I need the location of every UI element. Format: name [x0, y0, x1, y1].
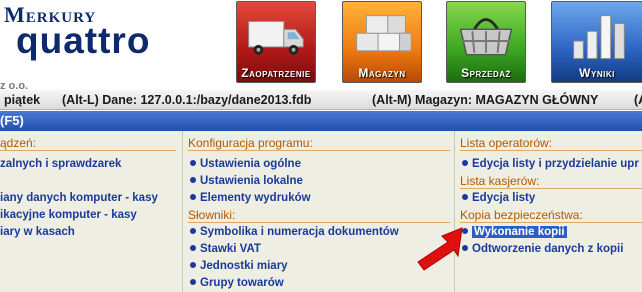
tile-label: Sprzedaż: [461, 66, 511, 80]
bullet-icon: [190, 245, 196, 251]
section-underline: [188, 150, 450, 151]
section-underline: [188, 222, 450, 223]
section-devices: ądzeń:: [0, 136, 37, 150]
section-underline: [460, 188, 642, 189]
menu-item-label: Edycja listy: [472, 192, 536, 204]
tile-zaopatrzenie[interactable]: Zaopatrzenie: [236, 1, 316, 83]
menu-item-devices-4[interactable]: ikacyjne komputer - kasy: [0, 208, 137, 222]
status-warehouse[interactable]: (Alt-M) Magazyn: MAGAZYN GŁÓWNY: [372, 90, 598, 109]
menu-item-label: Odtworzenie danych z kopii: [472, 243, 624, 255]
menu-item-label: Symbolika i numeracja dokumentów: [200, 226, 399, 238]
tile-label: Zaopatrzenie: [241, 66, 311, 80]
section-dictionaries: Słowniki:: [188, 208, 236, 222]
section-underline: [460, 150, 642, 151]
tile-wyniki[interactable]: Wyniki: [551, 1, 642, 83]
bullet-icon: [462, 194, 468, 200]
tile-sprzedaz[interactable]: Sprzedaż: [446, 1, 526, 83]
section-backup: Kopia bezpieczeństwa:: [460, 208, 583, 222]
menu-item-units[interactable]: Jednostki miary: [190, 259, 288, 273]
menu-item-label: Stawki VAT: [200, 243, 261, 255]
bullet-icon: [190, 160, 196, 166]
menu-item-restore-backup[interactable]: Odtworzenie danych z kopii: [462, 242, 623, 256]
section-operators: Lista operatorów:: [460, 136, 553, 150]
bullet-icon: [190, 177, 196, 183]
column-operators: Lista operatorów: Edycja listy i przydzi…: [454, 131, 642, 292]
bullet-icon: [190, 279, 196, 285]
menu-item-label: Jednostki miary: [200, 260, 288, 272]
menu-item-label-selected: Wykonanie kopii: [472, 226, 567, 238]
section-underline: [460, 222, 642, 223]
app-header: Merkury quattro z o.o. Zaopatrzenie Maga…: [0, 0, 642, 92]
section-program-config: Konfiguracja programu:: [188, 136, 313, 150]
menu-item-edit-operators[interactable]: Edycja listy i przydzielanie upr: [462, 157, 639, 171]
section-cashiers: Lista kasjerów:: [460, 174, 540, 188]
menu-item-vat-rates[interactable]: Stawki VAT: [190, 242, 261, 256]
tile-label: Magazyn: [358, 66, 406, 80]
tile-label: Wyniki: [579, 66, 615, 80]
tile-magazyn[interactable]: Magazyn: [342, 1, 422, 83]
menu-item-label: Elementy wydruków: [200, 192, 311, 204]
section-title-bar: (F5): [0, 111, 642, 131]
bullet-icon: [190, 262, 196, 268]
section-underline: [0, 150, 176, 151]
status-database[interactable]: (Alt-L) Dane: 127.0.0.1:/bazy/dane2013.f…: [62, 90, 311, 109]
column-devices: ądzeń: zalnych i sprawdzarek iany danych…: [0, 131, 182, 292]
section-title-text: (F5): [0, 113, 24, 128]
bullet-icon: [190, 194, 196, 200]
bullet-icon: [462, 160, 468, 166]
menu-item-label: Ustawienia ogólne: [200, 158, 301, 170]
menu-item-product-groups[interactable]: Grupy towarów: [190, 276, 284, 290]
menu-panel: ądzeń: zalnych i sprawdzarek iany danych…: [0, 131, 642, 292]
menu-item-print-elements[interactable]: Elementy wydruków: [190, 191, 311, 205]
logo-brand-main: quattro: [16, 20, 151, 61]
menu-item-doc-numbering[interactable]: Symbolika i numeracja dokumentów: [190, 225, 399, 239]
status-overflow: (A: [634, 93, 642, 107]
red-arrow-icon: [417, 227, 463, 271]
menu-item-make-backup[interactable]: Wykonanie kopii: [462, 225, 567, 239]
menu-item-devices-1[interactable]: zalnych i sprawdzarek: [0, 157, 121, 171]
bullet-icon: [190, 228, 196, 234]
menu-item-local-settings[interactable]: Ustawienia lokalne: [190, 174, 303, 188]
menu-item-general-settings[interactable]: Ustawienia ogólne: [190, 157, 301, 171]
menu-item-label: Edycja listy i przydzielanie upr: [472, 158, 639, 170]
status-bar: piątek (Alt-L) Dane: 127.0.0.1:/bazy/dan…: [0, 90, 642, 110]
menu-item-devices-3[interactable]: iany danych komputer - kasy: [0, 191, 158, 205]
menu-item-label: Ustawienia lokalne: [200, 175, 303, 187]
status-day: piątek: [4, 93, 41, 107]
menu-item-edit-cashiers[interactable]: Edycja listy: [462, 191, 535, 205]
menu-item-devices-5[interactable]: iary w kasach: [0, 225, 75, 239]
menu-item-label: Grupy towarów: [200, 277, 284, 289]
